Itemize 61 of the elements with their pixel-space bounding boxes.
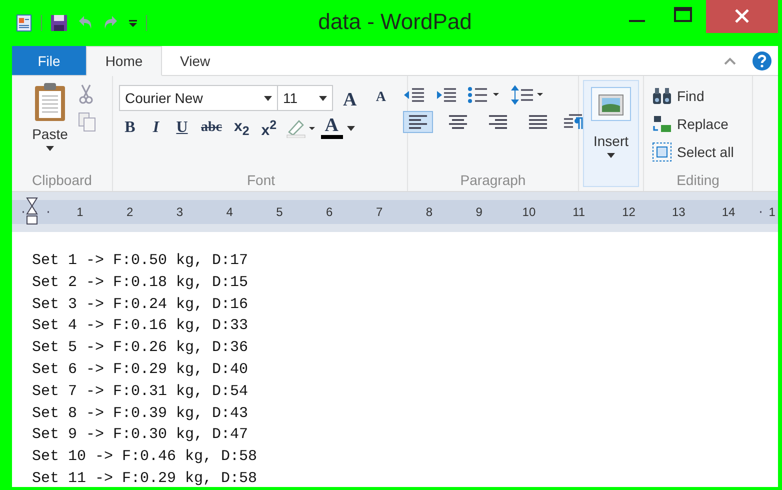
paste-button[interactable]: Paste xyxy=(28,80,72,153)
document-text-line: Set 9 -> F:0.30 kg, D:47 xyxy=(32,425,248,446)
grow-font-button[interactable]: A xyxy=(339,85,364,112)
align-button[interactable] xyxy=(403,111,433,133)
dropdown-arrow-icon[interactable] xyxy=(346,126,355,131)
group-label: Clipboard xyxy=(32,172,92,189)
dropdown-arrow-icon xyxy=(607,153,615,158)
cut-icon[interactable] xyxy=(78,84,94,104)
font-color-button[interactable]: A xyxy=(320,117,343,140)
binoculars-icon xyxy=(652,87,672,105)
format-button[interactable]: U xyxy=(171,119,193,138)
ribbon-tab[interactable]: Home xyxy=(86,46,162,76)
format-button[interactable]: B xyxy=(119,119,141,138)
indent-marker-icon[interactable] xyxy=(26,197,38,225)
dropdown-arrow-icon xyxy=(46,146,54,151)
document-text-line: Set 7 -> F:0.31 kg, D:54 xyxy=(32,382,248,402)
window-title: data - WordPad xyxy=(318,9,472,35)
shrink-font-button[interactable]: A xyxy=(370,90,392,106)
dropdown-arrow-icon xyxy=(319,96,327,101)
save-icon[interactable] xyxy=(50,14,68,32)
document-text-line: Set 2 -> F:0.18 kg, D:15 xyxy=(32,272,248,293)
wordpad-icon[interactable] xyxy=(15,14,33,32)
increase-indent-icon[interactable] xyxy=(435,86,457,104)
document-text-line: Set 6 -> F:0.29 kg, D:40 xyxy=(32,360,248,380)
format-button[interactable]: x$^{2}$ xyxy=(257,118,281,139)
document-text-line: Set 1 -> F:0.50 kg, D:17 xyxy=(32,251,248,271)
font-family-dropdown[interactable]: Courier New xyxy=(119,85,278,112)
collapse-ribbon-icon[interactable] xyxy=(724,57,736,65)
editing-button[interactable]: Find xyxy=(648,83,738,109)
bullet-list-icon[interactable] xyxy=(467,86,501,104)
customize-dropdown-icon[interactable] xyxy=(128,18,138,28)
document-text-line: Set 3 -> F:0.24 kg, D:16 xyxy=(32,294,248,315)
group-label: Font xyxy=(246,172,275,189)
document-text-line: Set 10 -> F:0.46 kg, D:58 xyxy=(32,447,258,468)
ribbon-tab[interactable]: File xyxy=(12,46,86,75)
font-size-dropdown[interactable]: 11 xyxy=(277,85,333,112)
clipboard-icon xyxy=(33,82,67,122)
document-text-line: Set 8 -> F:0.39 kg, D:43 xyxy=(32,404,248,424)
paragraph-icon[interactable] xyxy=(563,114,583,130)
format-button[interactable]: x$_{2}$ xyxy=(230,118,254,138)
format-button[interactable]: I xyxy=(145,119,167,138)
dropdown-arrow-icon xyxy=(264,96,272,101)
group-label: Editing xyxy=(676,172,720,189)
ruler[interactable]: 1 2 3 4 5 6 7 8 9 10 11 12 13 14 1 xyxy=(12,200,778,224)
replace-icon xyxy=(652,114,672,134)
format-button[interactable]: abc xyxy=(197,120,226,136)
document-text-line: Set 11 -> F:0.29 kg, D:58 xyxy=(32,468,258,487)
line-spacing-icon[interactable] xyxy=(511,85,545,105)
document-text-line: Set 4 -> F:0.16 kg, D:33 xyxy=(32,316,248,336)
decrease-indent-icon[interactable] xyxy=(403,86,425,104)
group-label: Paragraph xyxy=(460,172,526,189)
ruler-number: 1 xyxy=(768,205,776,219)
help-icon[interactable] xyxy=(752,51,772,71)
highlighter-icon[interactable] xyxy=(284,118,317,138)
editing-button[interactable]: Select all xyxy=(648,139,738,165)
select-all-icon xyxy=(652,142,672,162)
close-icon[interactable] xyxy=(706,0,778,33)
document-text-line: Set 5 -> F:0.26 kg, D:36 xyxy=(32,338,248,358)
insert-button[interactable]: Insert xyxy=(583,80,639,187)
picture-icon xyxy=(598,94,624,116)
editing-button[interactable]: Replace xyxy=(648,111,738,137)
